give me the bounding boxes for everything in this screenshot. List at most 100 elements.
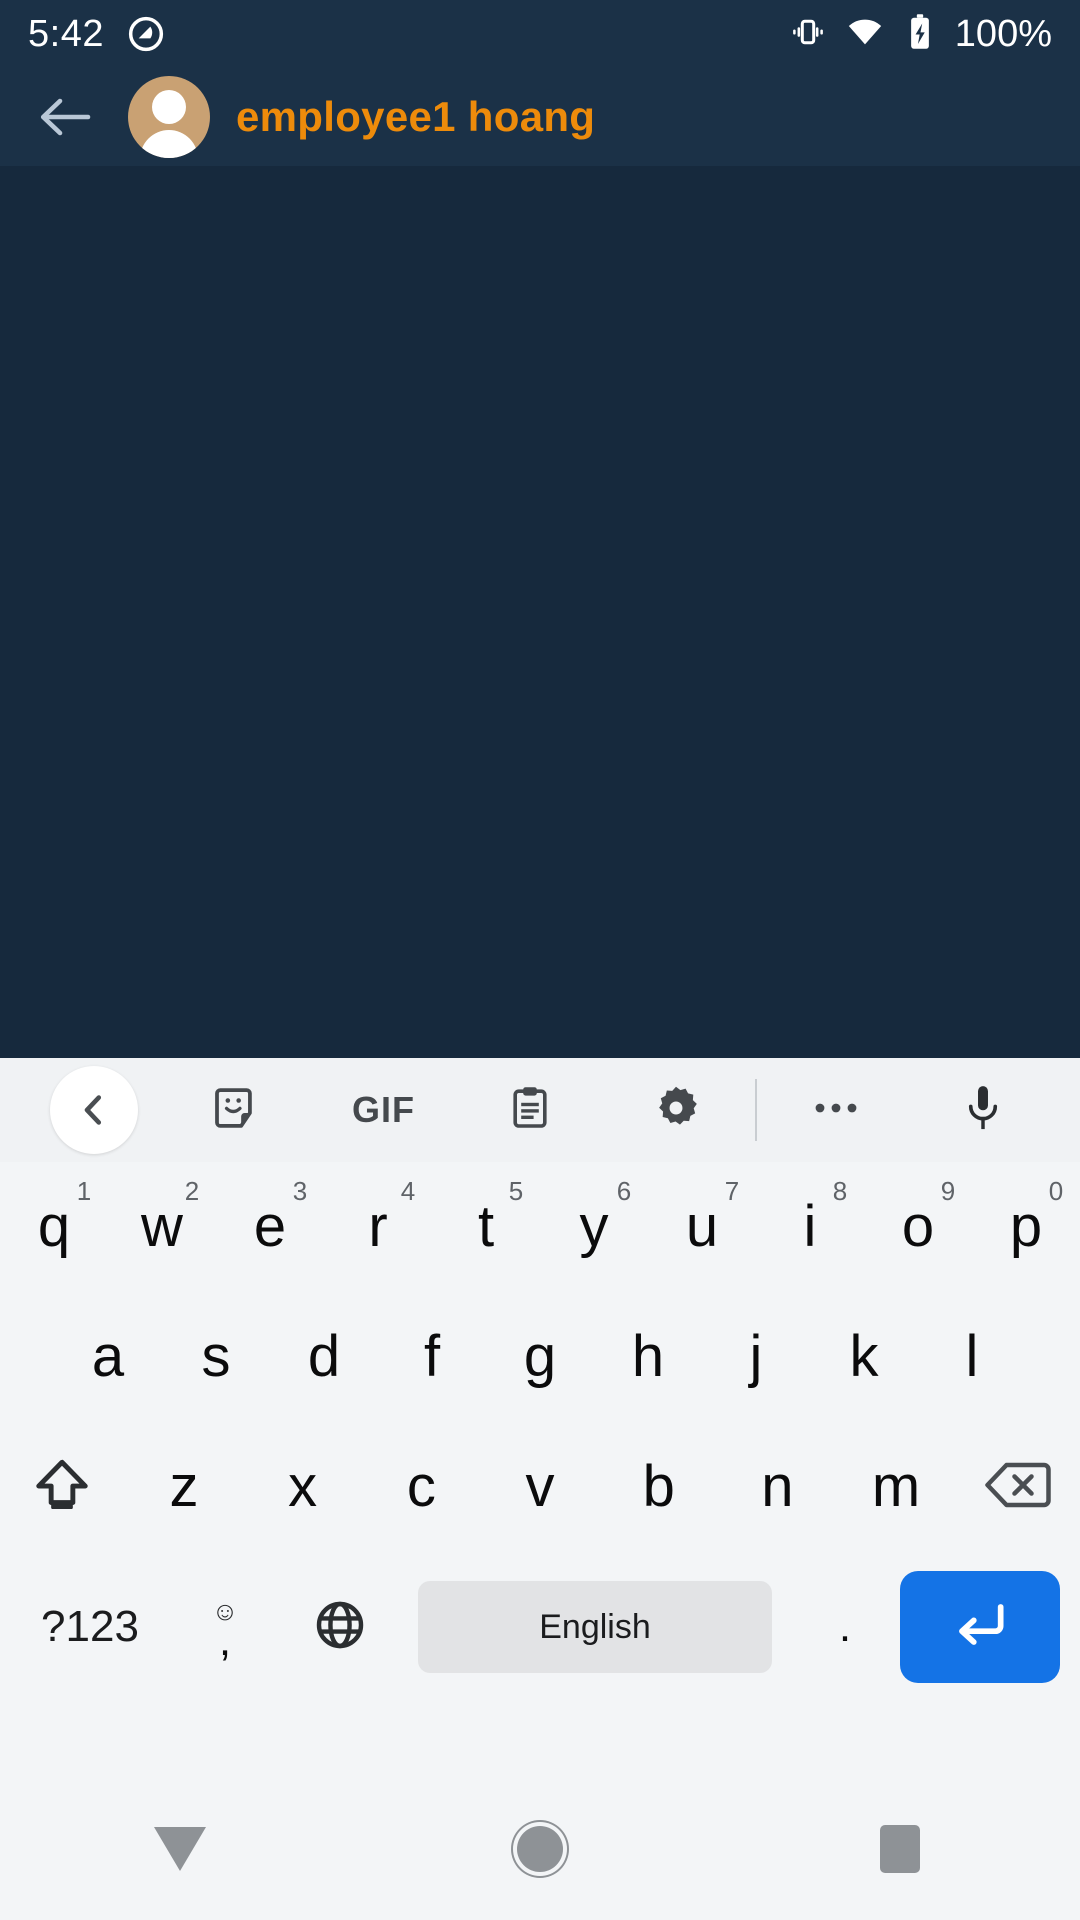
- globe-icon: [312, 1597, 368, 1658]
- key-n[interactable]: n: [718, 1422, 837, 1552]
- clipboard-button[interactable]: [457, 1058, 603, 1162]
- key-u-label: u: [685, 1194, 719, 1259]
- key-f[interactable]: f: [378, 1292, 486, 1422]
- message-list[interactable]: [0, 166, 1080, 1058]
- key-e-number: 3: [292, 1176, 308, 1206]
- key-a[interactable]: a: [54, 1292, 162, 1422]
- key-e[interactable]: 3e: [216, 1162, 324, 1292]
- key-b[interactable]: b: [599, 1422, 718, 1552]
- key-e-label: e: [253, 1194, 287, 1259]
- key-k-label: k: [849, 1324, 879, 1389]
- key-w-label: w: [141, 1194, 183, 1259]
- key-w[interactable]: 2w: [108, 1162, 216, 1292]
- comma-key[interactable]: ☺ ,: [170, 1552, 280, 1702]
- key-c-label: c: [406, 1454, 436, 1519]
- sticker-button[interactable]: [164, 1058, 310, 1162]
- key-v[interactable]: v: [481, 1422, 600, 1552]
- key-s[interactable]: s: [162, 1292, 270, 1422]
- key-b-label: b: [642, 1454, 675, 1519]
- more-options-button[interactable]: [763, 1058, 909, 1162]
- avatar-head: [152, 90, 186, 124]
- page-title[interactable]: employee1 hoang: [236, 93, 595, 141]
- key-l[interactable]: l: [918, 1292, 1026, 1422]
- enter-key[interactable]: [900, 1571, 1060, 1683]
- key-l-label: l: [965, 1324, 979, 1389]
- enter-return-icon: [949, 1594, 1011, 1661]
- keyboard-toolbar: GIF: [0, 1058, 1080, 1162]
- key-j-label: j: [749, 1324, 763, 1389]
- key-c[interactable]: c: [362, 1422, 481, 1552]
- keyboard-rows: 1q 2w 3e 4r 5t 6y 7u 8i 9o 0p a s d f g …: [0, 1162, 1080, 1702]
- microphone-icon: [960, 1082, 1006, 1139]
- space-key[interactable]: English: [418, 1581, 772, 1673]
- key-x-label: x: [288, 1454, 318, 1519]
- key-g[interactable]: g: [486, 1292, 594, 1422]
- key-w-number: 2: [184, 1176, 200, 1206]
- key-t-number: 5: [508, 1176, 524, 1206]
- toolbar-divider: [755, 1079, 758, 1141]
- key-y-number: 6: [616, 1176, 632, 1206]
- key-u[interactable]: 7u: [648, 1162, 756, 1292]
- key-o-number: 9: [940, 1176, 956, 1206]
- gif-icon: GIF: [351, 1089, 415, 1130]
- clipboard-icon: [506, 1084, 554, 1137]
- gear-icon: [651, 1083, 701, 1138]
- chat-header: employee1 hoang: [0, 68, 1080, 166]
- status-bar-time: 5:42: [28, 12, 104, 55]
- key-o[interactable]: 9o: [864, 1162, 972, 1292]
- key-h-label: h: [631, 1324, 665, 1389]
- key-p[interactable]: 0p: [972, 1162, 1080, 1292]
- sticker-icon: [212, 1083, 262, 1138]
- keyboard-row-3: z x c v b n m: [0, 1422, 1080, 1552]
- battery-percent-label: 100%: [954, 12, 1052, 55]
- key-i[interactable]: 8i: [756, 1162, 864, 1292]
- key-k[interactable]: k: [810, 1292, 918, 1422]
- gif-button[interactable]: GIF: [310, 1058, 456, 1162]
- key-q[interactable]: 1q: [0, 1162, 108, 1292]
- key-d[interactable]: d: [270, 1292, 378, 1422]
- key-h[interactable]: h: [594, 1292, 702, 1422]
- symbols-key[interactable]: ?123: [10, 1552, 170, 1702]
- key-y[interactable]: 6y: [540, 1162, 648, 1292]
- comma-key-label: ,: [218, 1615, 232, 1665]
- key-z-label: z: [169, 1454, 199, 1519]
- notification-circle-icon: [126, 14, 166, 54]
- nav-back-button[interactable]: [0, 1827, 360, 1871]
- key-o-label: o: [901, 1194, 935, 1259]
- key-t[interactable]: 5t: [432, 1162, 540, 1292]
- key-p-label: p: [1009, 1194, 1043, 1259]
- key-i-number: 8: [832, 1176, 848, 1206]
- language-switch-key[interactable]: [280, 1552, 400, 1702]
- period-key[interactable]: .: [790, 1552, 900, 1702]
- chat-screen: 5:42 100% employee1 hoang GIF 1 q 2 w 3 …: [0, 0, 1080, 1920]
- status-bar-icons: 100%: [789, 12, 1052, 57]
- vibrate-icon: [789, 13, 827, 56]
- status-bar: 5:42 100%: [0, 0, 1080, 68]
- key-r[interactable]: 4r: [324, 1162, 432, 1292]
- home-circle-icon: [517, 1826, 563, 1872]
- key-m[interactable]: m: [837, 1422, 956, 1552]
- key-z[interactable]: z: [125, 1422, 244, 1552]
- key-j[interactable]: j: [702, 1292, 810, 1422]
- wifi-icon: [845, 12, 885, 57]
- chevron-left-icon: [50, 1066, 138, 1154]
- nav-recents-button[interactable]: [720, 1825, 1080, 1873]
- back-arrow-icon[interactable]: [36, 93, 96, 141]
- key-p-number: 0: [1048, 1176, 1064, 1206]
- key-d-label: d: [307, 1324, 341, 1389]
- settings-button[interactable]: [603, 1058, 749, 1162]
- keyboard-row-1: 1q 2w 3e 4r 5t 6y 7u 8i 9o 0p: [0, 1162, 1080, 1292]
- backspace-key[interactable]: [955, 1422, 1080, 1552]
- key-x[interactable]: x: [243, 1422, 362, 1552]
- avatar[interactable]: [128, 76, 210, 158]
- more-horizontal-icon: [812, 1098, 860, 1123]
- shift-key[interactable]: [0, 1422, 125, 1552]
- voice-input-button[interactable]: [910, 1058, 1056, 1162]
- keyboard-row-4: ?123 ☺ , English .: [0, 1552, 1080, 1702]
- collapse-toolbar-button[interactable]: [24, 1058, 164, 1162]
- key-u-number: 7: [724, 1176, 740, 1206]
- avatar-body: [140, 130, 198, 158]
- recents-square-icon: [880, 1825, 920, 1873]
- battery-charging-icon: [903, 13, 937, 56]
- nav-home-button[interactable]: [360, 1826, 720, 1872]
